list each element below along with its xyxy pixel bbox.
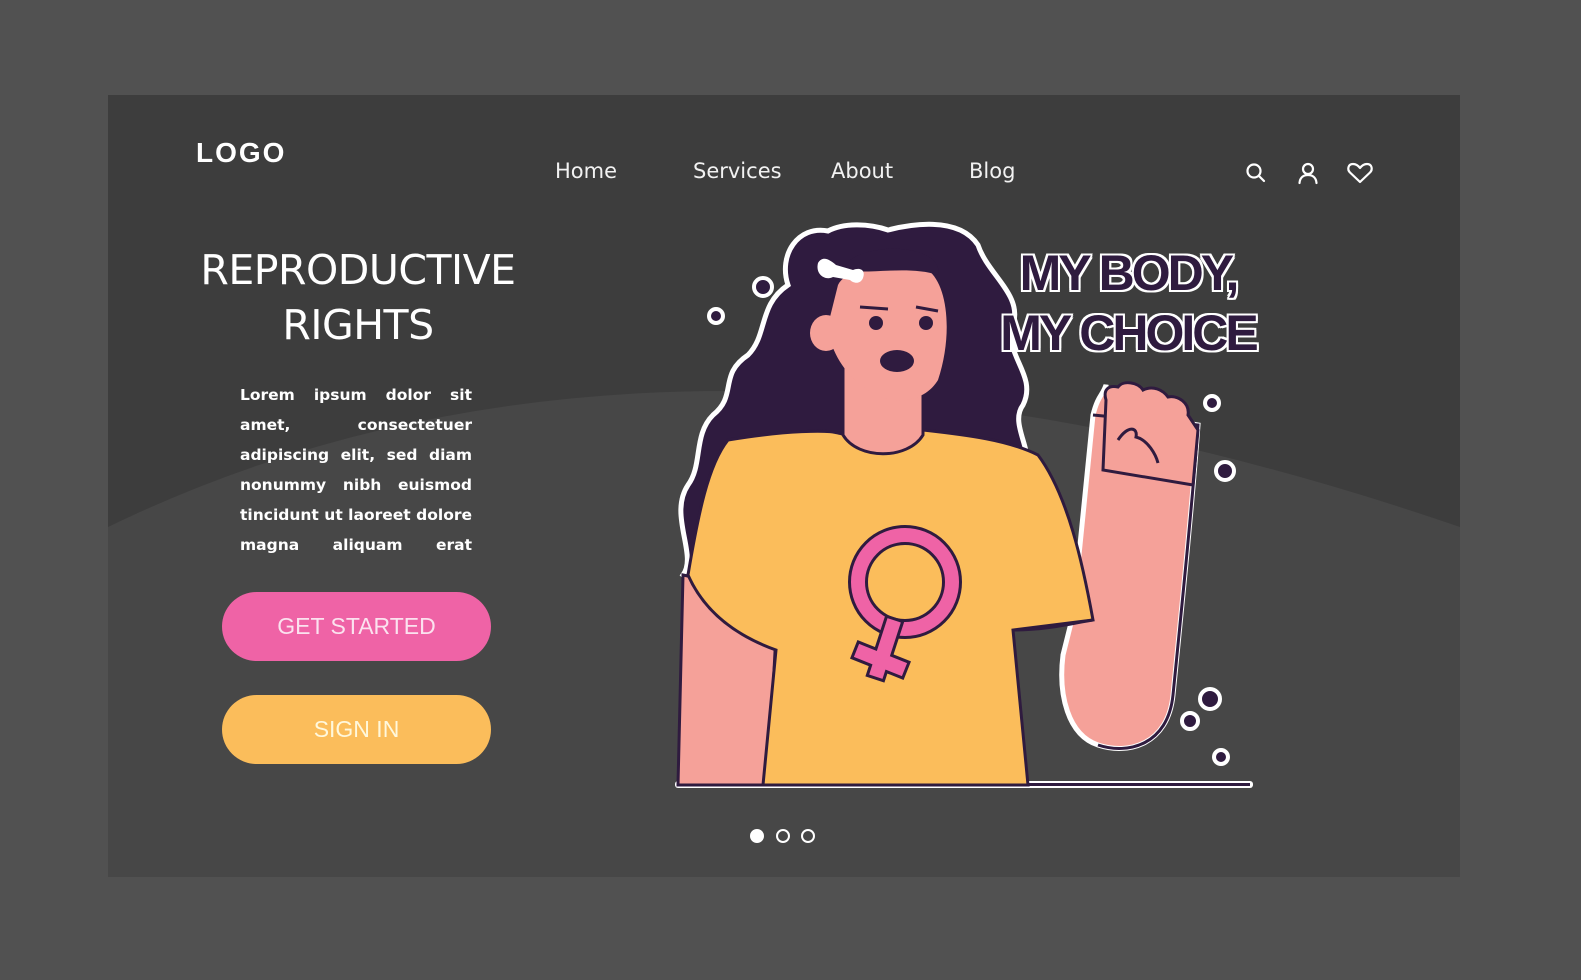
user-icon[interactable]: [1296, 161, 1320, 185]
nav-about[interactable]: About: [831, 159, 893, 183]
hero-description: Lorem ipsum dolor sit amet, consectetuer…: [240, 386, 472, 554]
carousel-dot-3[interactable]: [801, 829, 815, 843]
slogan-line1: MY BODY,: [1019, 244, 1241, 302]
slogan: MY BODY, MY CHOICE: [988, 243, 1268, 363]
nav-home[interactable]: Home: [555, 159, 617, 183]
nav-blog[interactable]: Blog: [969, 159, 1015, 183]
search-icon[interactable]: [1244, 161, 1268, 185]
hero-title: REPRODUCTIVE RIGHTS: [168, 243, 548, 353]
hero-title-line2: RIGHTS: [282, 301, 434, 349]
get-started-button[interactable]: GET STARTED: [222, 592, 491, 661]
sign-in-button[interactable]: SIGN IN: [222, 695, 491, 764]
landing-page-frame: LOGO Home Services About Blog REPRODUCTI…: [108, 95, 1460, 877]
nav-services[interactable]: Services: [693, 159, 782, 183]
carousel-dot-1[interactable]: [750, 829, 764, 843]
carousel-dot-2[interactable]: [776, 829, 790, 843]
hero-title-line1: REPRODUCTIVE: [200, 246, 516, 294]
heart-icon[interactable]: [1346, 161, 1374, 185]
slogan-line2: MY CHOICE: [999, 304, 1259, 362]
